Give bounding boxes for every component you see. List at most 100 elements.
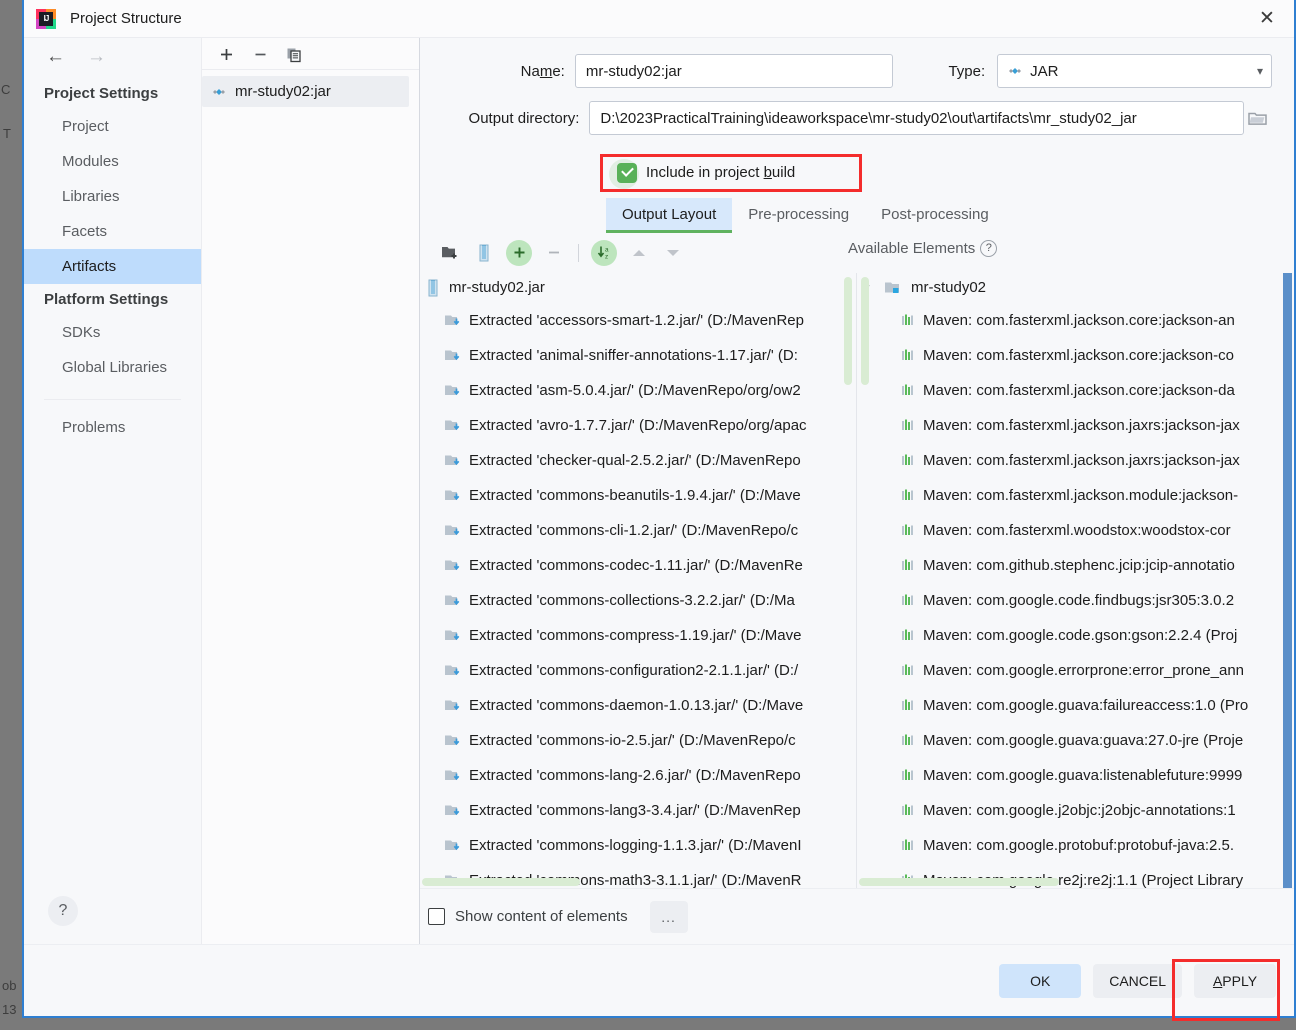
add-copy-of-icon[interactable] [506, 239, 532, 266]
tree-row[interactable]: Extracted 'commons-daemon-1.0.13.jar/' (… [420, 688, 856, 723]
tree-row[interactable]: Extracted 'commons-compress-1.19.jar/' (… [420, 618, 856, 653]
archive-icon[interactable] [472, 241, 496, 265]
arrow-right-icon[interactable]: → [87, 47, 106, 66]
list-item[interactable]: Maven: com.fasterxml.woodstox:woodstox-c… [857, 513, 1294, 548]
tree-row[interactable]: Extracted 'asm-5.0.4.jar/' (D:/MavenRepo… [420, 373, 856, 408]
show-content-of-elements-checkbox[interactable] [428, 908, 445, 925]
maven-library-icon [901, 453, 915, 467]
tab-output-layout[interactable]: Output Layout [606, 197, 733, 233]
available-tree-vertical-scrollbar[interactable] [1283, 272, 1292, 888]
name-input[interactable]: mr-study02:jar [574, 54, 893, 88]
sidebar-list: Project Settings Project Modules Librari… [24, 70, 201, 445]
cancel-button[interactable]: CANCEL [1093, 963, 1182, 998]
artifact-item[interactable]: mr-study02:jar [202, 76, 409, 107]
sidebar-item-facets[interactable]: Facets [24, 214, 201, 249]
extracted-directory-icon [444, 418, 461, 433]
sidebar-item-artifacts[interactable]: Artifacts [24, 249, 201, 284]
tree-row[interactable]: Extracted 'commons-lang3-3.4.jar/' (D:/M… [420, 793, 856, 828]
help-icon[interactable]: ? [980, 239, 998, 257]
list-item[interactable]: Maven: com.fasterxml.jackson.jaxrs:jacks… [857, 408, 1294, 443]
available-root-row[interactable]: ▾ mr-study02 [857, 273, 1294, 303]
left-tree-vertical-scrollbar[interactable] [844, 276, 852, 385]
list-item[interactable]: Maven: com.google.guava:listenablefuture… [857, 758, 1294, 793]
list-item[interactable]: Maven: com.google.j2objc:j2objc-annotati… [857, 793, 1294, 828]
sidebar-item-problems[interactable]: Problems [24, 410, 201, 445]
tab-post-processing[interactable]: Post-processing [865, 198, 1005, 233]
tree-row[interactable]: Extracted 'commons-logging-1.1.3.jar/' (… [420, 828, 856, 863]
output-directory-label: Output directory: [468, 109, 580, 127]
maven-library-icon [901, 803, 915, 817]
list-item[interactable]: Maven: com.google.errorprone:error_prone… [857, 653, 1294, 688]
list-item[interactable]: Maven: com.fasterxml.jackson.jaxrs:jacks… [857, 443, 1294, 478]
tree-row-label: Extracted 'commons-lang-2.6.jar/' (D:/Ma… [469, 766, 801, 784]
tree-row[interactable]: Extracted 'commons-configuration2-2.1.1.… [420, 653, 856, 688]
list-item[interactable]: Maven: com.github.stephenc.jcip:jcip-ann… [857, 548, 1294, 583]
tree-row[interactable]: Extracted 'accessors-smart-1.2.jar/' (D:… [420, 303, 856, 338]
sidebar-item-global-libraries[interactable]: Global Libraries [24, 350, 201, 385]
ok-button[interactable]: OK [999, 963, 1082, 998]
output-directory-input[interactable]: D:\2023PracticalTraining\ideaworkspace\m… [589, 101, 1244, 135]
list-item[interactable]: Maven: com.google.guava:guava:27.0-jre (… [857, 723, 1294, 758]
dialog-body: ← → Project Settings Project Modules Lib… [24, 38, 1294, 944]
extracted-directory-icon [444, 348, 461, 363]
sidebar-item-modules[interactable]: Modules [24, 144, 201, 179]
sidebar-item-libraries[interactable]: Libraries [24, 179, 201, 214]
tree-row[interactable]: Extracted 'commons-collections-3.2.2.jar… [420, 583, 856, 618]
add-artifact-button[interactable] [216, 44, 236, 66]
left-tree-horizontal-scrollbar[interactable] [422, 878, 580, 886]
sidebar-item-sdks[interactable]: SDKs [24, 315, 201, 350]
arrow-left-icon[interactable]: ← [46, 47, 65, 66]
include-in-project-build-checkbox[interactable] [617, 162, 637, 183]
tree-row[interactable]: Extracted 'checker-qual-2.5.2.jar/' (D:/… [420, 443, 856, 478]
tree-row[interactable]: Extracted 'commons-codec-1.11.jar/' (D:/… [420, 548, 856, 583]
list-item[interactable]: Maven: com.google.protobuf:protobuf-java… [857, 828, 1294, 863]
type-select[interactable]: JAR ▾ [997, 54, 1273, 88]
toolbar-divider [578, 243, 579, 262]
copy-artifact-button[interactable] [284, 44, 304, 66]
help-icon[interactable]: ? [48, 896, 78, 926]
sidebar-item-project[interactable]: Project [24, 109, 201, 144]
artifacts-toolbar [202, 38, 419, 70]
tree-row-label: Extracted 'commons-compress-1.19.jar/' (… [469, 626, 802, 644]
minus-icon[interactable] [542, 241, 566, 265]
remove-artifact-button[interactable] [250, 44, 270, 66]
folder-add-icon[interactable] [438, 241, 462, 265]
chevron-down-icon: ▾ [1256, 64, 1264, 78]
list-item[interactable]: Maven: com.fasterxml.jackson.core:jackso… [857, 338, 1294, 373]
tree-root-row[interactable]: mr-study02.jar [420, 273, 856, 303]
tree-row[interactable]: Extracted 'commons-lang-2.6.jar/' (D:/Ma… [420, 758, 856, 793]
list-item-label: Maven: com.google.guava:guava:27.0-jre (… [923, 731, 1244, 749]
list-item[interactable]: Maven: com.google.code.findbugs:jsr305:3… [857, 583, 1294, 618]
intellij-idea-icon: IJ [36, 8, 56, 29]
triangle-down-icon[interactable] [661, 241, 685, 265]
more-options-button[interactable]: ... [649, 900, 688, 933]
dialog-titlebar: IJ Project Structure ✕ [24, 0, 1294, 38]
list-item-label: Maven: com.google.code.gson:gson:2.2.4 (… [923, 626, 1238, 644]
tree-row[interactable]: Extracted 'commons-io-2.5.jar/' (D:/Mave… [420, 723, 856, 758]
tree-row[interactable]: Extracted 'animal-sniffer-annotations-1.… [420, 338, 856, 373]
list-item[interactable]: Maven: com.fasterxml.jackson.module:jack… [857, 478, 1294, 513]
triangle-up-icon[interactable] [627, 241, 651, 265]
close-icon[interactable]: ✕ [1246, 1, 1288, 37]
jar-artifact-icon [212, 85, 226, 99]
available-tree-vertical-scrollbar-left[interactable] [861, 276, 869, 385]
settings-sidebar: ← → Project Settings Project Modules Lib… [24, 38, 202, 944]
tab-pre-processing[interactable]: Pre-processing [732, 198, 865, 233]
tree-row-label: Extracted 'asm-5.0.4.jar/' (D:/MavenRepo… [469, 381, 801, 399]
tree-row-label: Extracted 'avro-1.7.7.jar/' (D:/MavenRep… [469, 416, 807, 434]
tree-row[interactable]: Extracted 'commons-cli-1.2.jar/' (D:/Mav… [420, 513, 856, 548]
folder-open-icon[interactable] [1244, 110, 1272, 126]
list-item[interactable]: Maven: com.fasterxml.jackson.core:jackso… [857, 373, 1294, 408]
tree-row[interactable]: Extracted 'commons-beanutils-1.9.4.jar/'… [420, 478, 856, 513]
list-item[interactable]: Maven: com.google.code.gson:gson:2.2.4 (… [857, 618, 1294, 653]
output-layout-toolbar: a z Available Elements ? [420, 233, 1294, 273]
apply-button[interactable]: A PPLY [1194, 963, 1276, 998]
list-item-label: Maven: com.google.guava:failureaccess:1.… [923, 696, 1249, 714]
list-item[interactable]: Maven: com.fasterxml.jackson.core:jackso… [857, 303, 1294, 338]
available-tree-horizontal-scrollbar[interactable] [859, 878, 1059, 886]
artifact-tabs: Output Layout Pre-processing Post-proces… [420, 197, 1294, 233]
sort-az-icon[interactable]: a z [591, 239, 617, 266]
list-item[interactable]: Maven: com.google.guava:failureaccess:1.… [857, 688, 1294, 723]
tree-row-label: Extracted 'checker-qual-2.5.2.jar/' (D:/… [469, 451, 801, 469]
tree-row[interactable]: Extracted 'avro-1.7.7.jar/' (D:/MavenRep… [420, 408, 856, 443]
